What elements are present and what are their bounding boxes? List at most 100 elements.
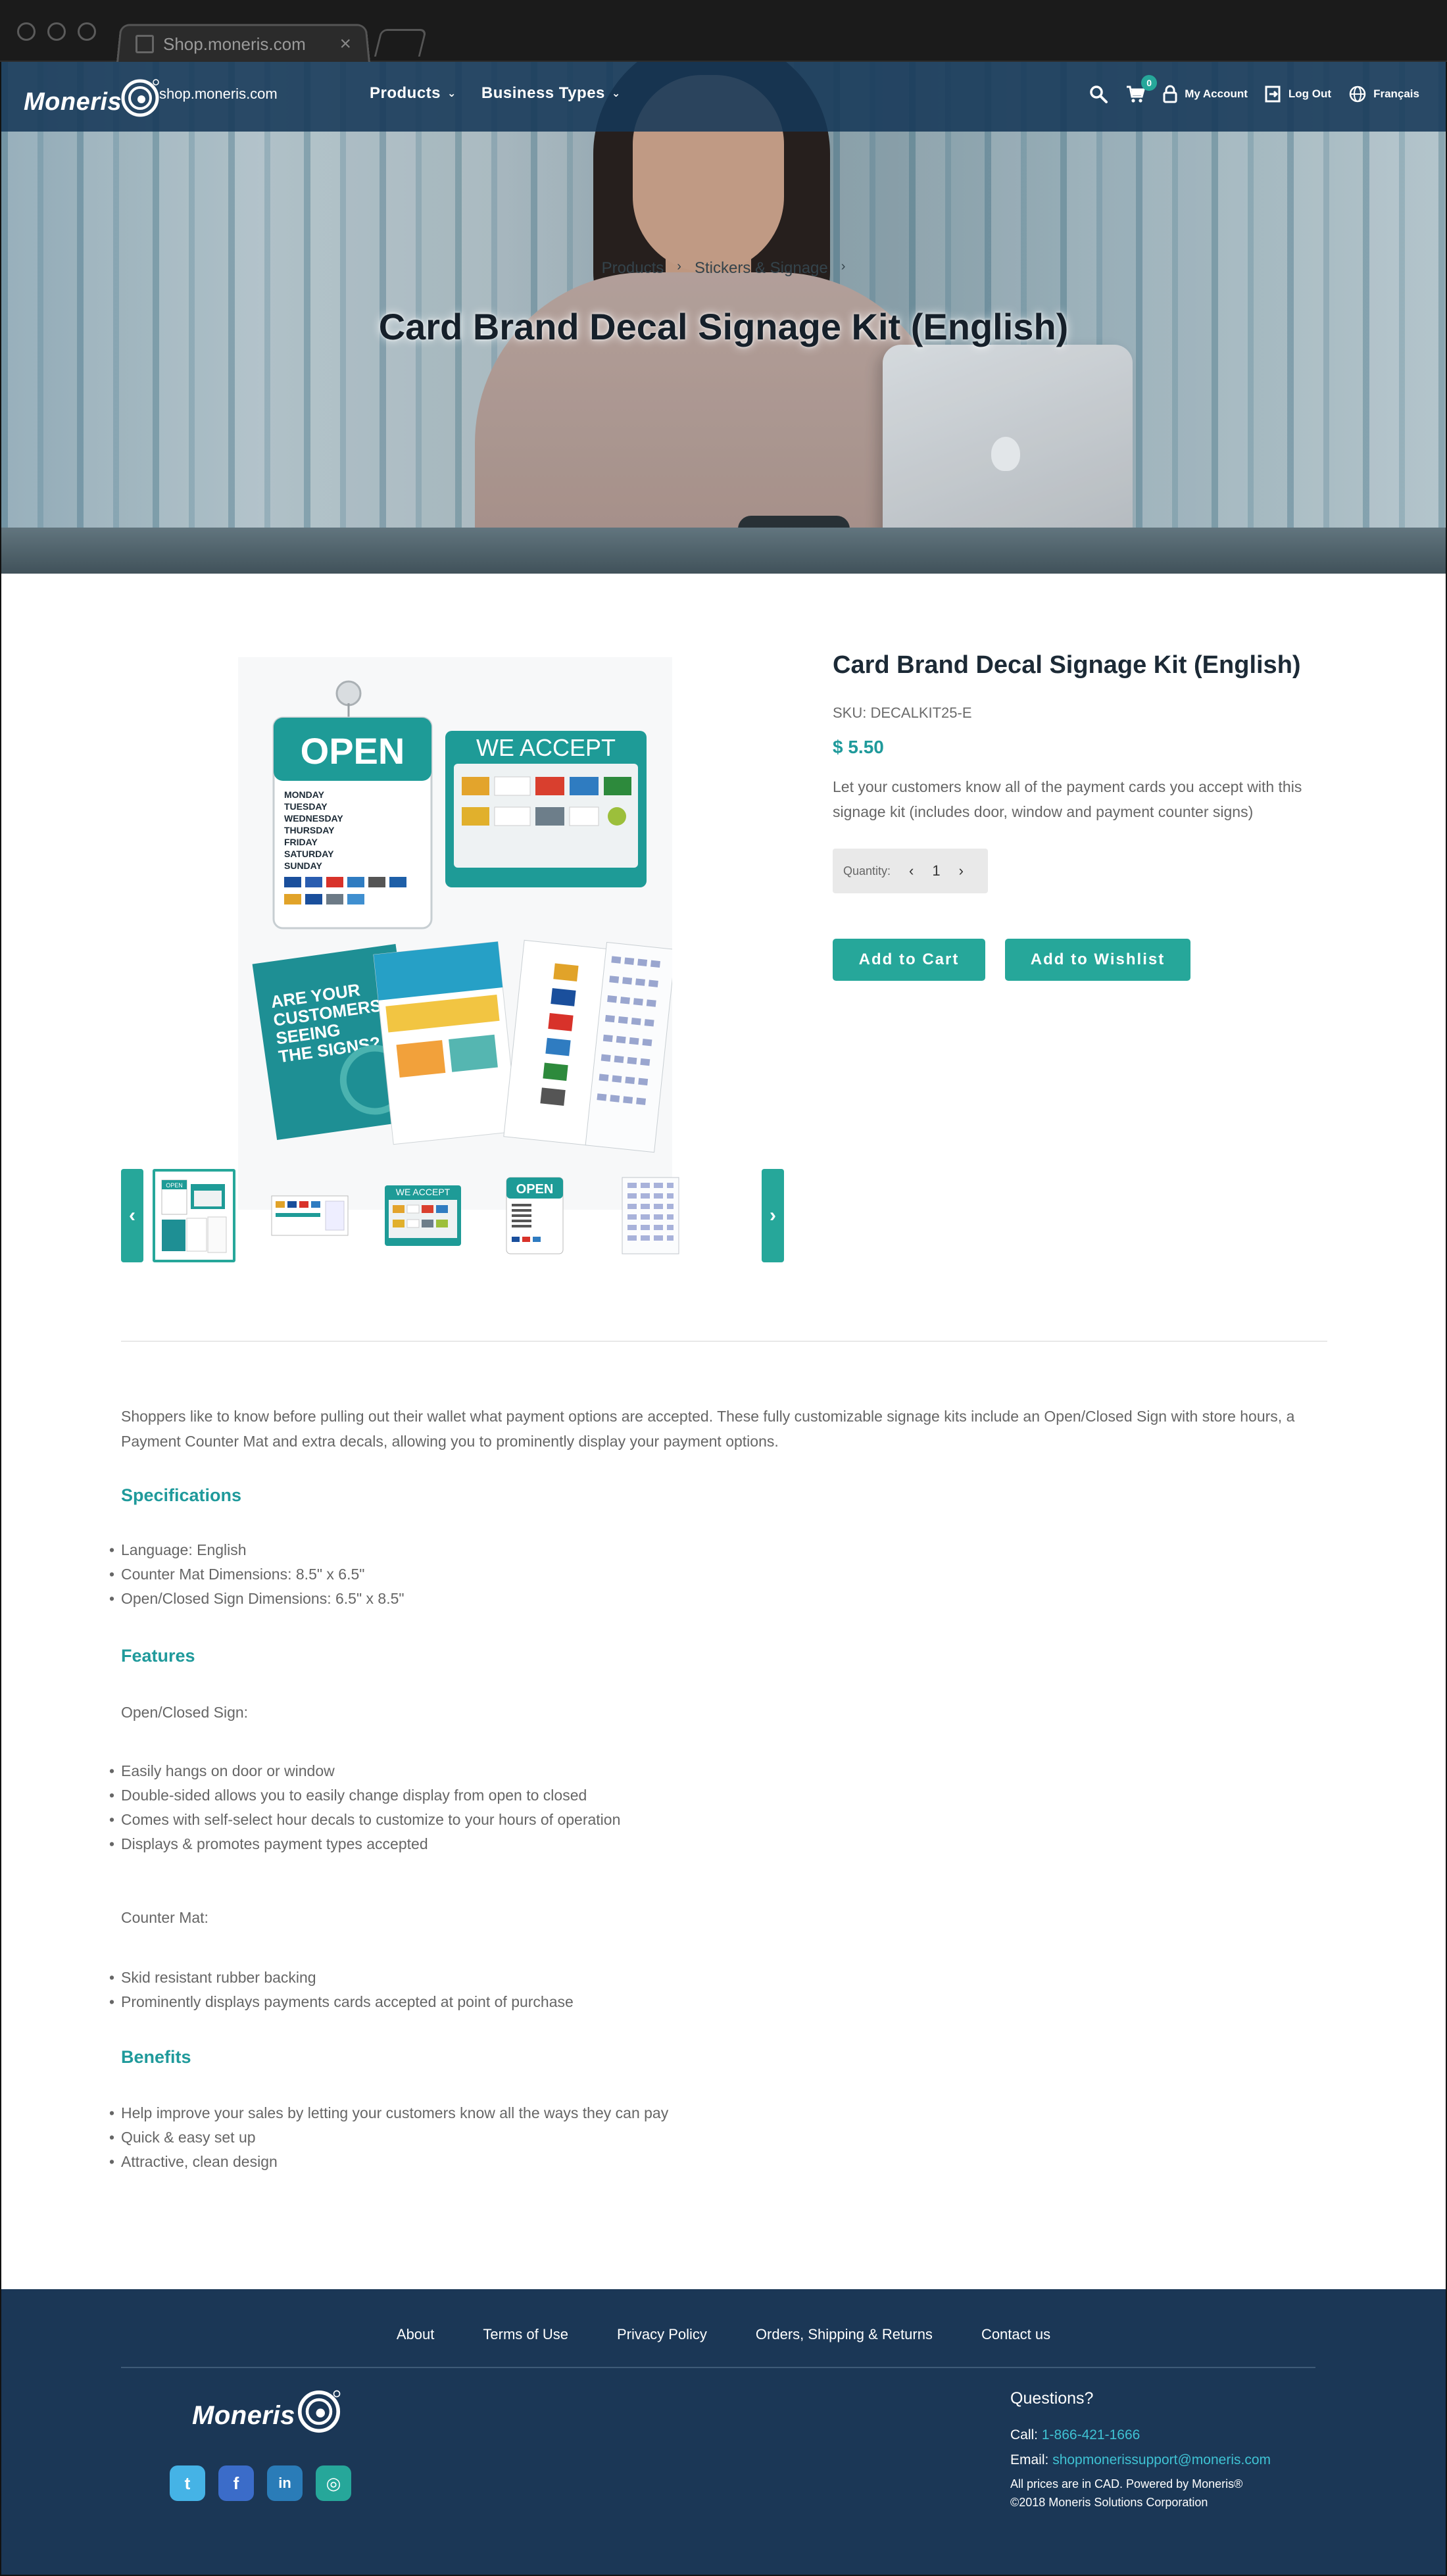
svg-text:SATURDAY: SATURDAY (284, 849, 334, 859)
add-to-cart-button[interactable]: Add to Cart (833, 939, 985, 981)
moneris-swirl-icon (297, 2390, 341, 2433)
thumbnail-open-sign-image: OPEN (506, 1177, 564, 1254)
product-short-description: Let your customers know all of the payme… (833, 778, 1302, 820)
chevron-down-icon: ⌄ (447, 88, 456, 99)
chevron-right-icon: › (770, 1204, 776, 1226)
main-menu: Products ⌄ Business Types ⌄ (370, 84, 621, 103)
site-footer: About Terms of Use Privacy Policy Orders… (1, 2289, 1446, 2575)
top-nav: Moneris shop.moneris.com Products ⌄ Busi… (1, 62, 1446, 132)
moneris-social-icon[interactable]: ◎ (316, 2465, 351, 2501)
svg-text:WE ACCEPT: WE ACCEPT (396, 1187, 451, 1197)
svg-text:OPEN: OPEN (166, 1182, 183, 1189)
window-zoom-control[interactable] (78, 22, 96, 41)
tab-favicon-icon (135, 35, 154, 53)
breadcrumb: Products › Stickers & Signage › (1, 259, 1446, 278)
list-item: Quick & easy set up (109, 2125, 668, 2150)
email-link[interactable]: shopmonerissupport@moneris.com (1052, 2452, 1271, 2467)
list-item: Language: English (109, 1538, 405, 1562)
list-item: Counter Mat Dimensions: 8.5" x 6.5" (109, 1562, 405, 1587)
moneris-logo[interactable]: Moneris (24, 75, 161, 121)
svg-text:SUNDAY: SUNDAY (284, 860, 322, 871)
open-sign-heading: OPEN (301, 730, 405, 772)
svg-text:OPEN: OPEN (516, 1182, 554, 1197)
window-close-control[interactable] (17, 22, 36, 41)
facebook-icon[interactable]: f (218, 2465, 254, 2501)
list-item: Displays & promotes payment types accept… (109, 1832, 620, 1856)
nav-utilities: 0 My Account Log Out Français (1089, 75, 1419, 104)
footer-moneris-logo[interactable]: Moneris (192, 2388, 343, 2435)
quantity-value[interactable]: 1 (932, 862, 940, 879)
footer-link-orders-shipping[interactable]: Orders, Shipping & Returns (756, 2326, 933, 2343)
chevron-down-icon: ⌄ (611, 88, 621, 99)
footer-link-terms[interactable]: Terms of Use (483, 2326, 568, 2343)
menu-products[interactable]: Products ⌄ (370, 84, 456, 103)
thumbnail-next-button[interactable]: › (762, 1169, 784, 1262)
svg-text:TUESDAY: TUESDAY (284, 801, 328, 812)
cart-button[interactable]: 0 (1125, 75, 1158, 104)
thumbnail-4[interactable]: OPEN (493, 1169, 576, 1262)
list-item: Comes with self-select hour decals to cu… (109, 1808, 620, 1832)
language-toggle[interactable]: Français (1348, 85, 1419, 103)
tab-close-icon[interactable]: × (339, 33, 351, 55)
twitter-icon[interactable]: t (170, 2465, 205, 2501)
thumbnail-prev-button[interactable]: ‹ (121, 1169, 143, 1262)
contact-phone: Call: 1-866-421-1666 (1010, 2427, 1140, 2442)
quantity-increase-button[interactable]: › (959, 862, 964, 879)
footer-link-about[interactable]: About (397, 2326, 435, 2343)
breadcrumb-stickers-signage[interactable]: Stickers & Signage (695, 259, 828, 278)
product-sku: SKU: DECALKIT25-E (833, 705, 972, 721)
thumbnail-we-accept-image: WE ACCEPT (385, 1185, 461, 1246)
contact-email: Email: shopmonerissupport@moneris.com (1010, 2452, 1271, 2467)
breadcrumb-separator-icon: › (677, 259, 681, 274)
log-out-link[interactable]: Log Out (1265, 86, 1331, 103)
svg-text:WEDNESDAY: WEDNESDAY (284, 813, 343, 824)
list-item: Skid resistant rubber backing (109, 1966, 574, 1990)
phone-link[interactable]: 1-866-421-1666 (1042, 2427, 1140, 2442)
menu-business-types[interactable]: Business Types ⌄ (481, 84, 621, 103)
open-closed-sign-label: Open/Closed Sign: (121, 1704, 249, 1721)
thumbnail-2[interactable] (268, 1169, 351, 1262)
footer-link-privacy[interactable]: Privacy Policy (617, 2326, 707, 2343)
add-to-wishlist-button[interactable]: Add to Wishlist (1005, 939, 1190, 981)
section-divider (121, 1341, 1327, 1342)
breadcrumb-separator-icon: › (841, 259, 846, 274)
quantity-stepper: Quantity: ‹ 1 › (833, 849, 988, 893)
thumbnail-5[interactable] (609, 1169, 692, 1262)
footer-divider (121, 2367, 1315, 2368)
product-title: Card Brand Decal Signage Kit (English) (833, 651, 1301, 679)
signage-kit-illustration: OPEN MONDAY TUESDAY WEDNESDAY THURSDAY F… (252, 680, 676, 1153)
questions-heading: Questions? (1010, 2389, 1094, 2408)
hero-banner: Moneris shop.moneris.com Products ⌄ Busi… (1, 62, 1446, 574)
list-item: Prominently displays payments cards acce… (109, 1990, 574, 2014)
my-account-link[interactable]: My Account (1162, 85, 1248, 103)
features-heading: Features (121, 1646, 195, 1666)
open-closed-features-list: Easily hangs on door or window Double-si… (109, 1759, 620, 1856)
globe-icon (1349, 86, 1366, 103)
product-main-image[interactable]: OPEN MONDAY TUESDAY WEDNESDAY THURSDAY F… (238, 657, 676, 1210)
prices-note: All prices are in CAD. Powered by Moneri… (1010, 2477, 1243, 2490)
benefits-list: Help improve your sales by letting your … (109, 2101, 668, 2174)
thumbnail-kit-image: OPEN (161, 1179, 227, 1253)
tab-title: Shop.moneris.com (163, 34, 306, 54)
new-tab-button[interactable] (374, 29, 428, 57)
search-icon[interactable] (1089, 84, 1108, 104)
svg-text:THURSDAY: THURSDAY (284, 825, 335, 835)
window-minimize-control[interactable] (47, 22, 66, 41)
quantity-decrease-button[interactable]: ‹ (909, 862, 914, 879)
hero-title: Card Brand Decal Signage Kit (English) (378, 306, 1069, 347)
log-out-icon (1265, 86, 1281, 103)
linkedin-icon[interactable]: in (267, 2465, 303, 2501)
chevron-left-icon: ‹ (129, 1204, 135, 1226)
footer-link-contact[interactable]: Contact us (981, 2326, 1050, 2343)
footer-nav: About Terms of Use Privacy Policy Orders… (1, 2326, 1446, 2343)
benefits-heading: Benefits (121, 2047, 191, 2067)
site-domain[interactable]: shop.moneris.com (159, 86, 278, 103)
breadcrumb-products[interactable]: Products (602, 259, 664, 278)
browser-chrome: Shop.moneris.com × (0, 0, 1447, 62)
thumbnail-3[interactable]: WE ACCEPT (381, 1169, 464, 1262)
thumbnail-1[interactable]: OPEN (153, 1169, 235, 1262)
lock-icon (1163, 85, 1177, 103)
list-item: Easily hangs on door or window (109, 1759, 620, 1783)
social-links: t f in ◎ (170, 2465, 351, 2501)
browser-tab[interactable]: Shop.moneris.com × (132, 26, 368, 62)
